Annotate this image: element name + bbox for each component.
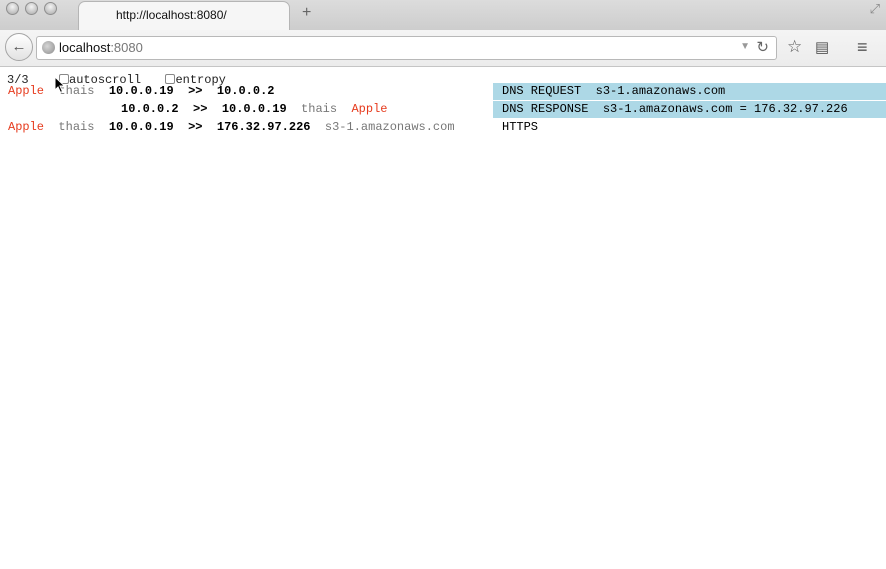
- globe-icon: [42, 41, 55, 54]
- zoom-window-icon[interactable]: [44, 2, 57, 15]
- direction-arrow: >>: [188, 120, 203, 134]
- src-app: Apple: [8, 84, 45, 98]
- dst-ip: 10.0.0.19: [221, 102, 287, 116]
- mouse-cursor-icon: [54, 76, 66, 94]
- direction-arrow: >>: [188, 84, 203, 98]
- tab-bar: http://localhost:8080/ + ⤢: [0, 0, 886, 30]
- reload-icon[interactable]: ↻: [756, 38, 769, 56]
- packet-info: DNS RESPONSE s3-1.amazonaws.com = 176.32…: [493, 101, 886, 118]
- page-content: 3/3 autoscroll entropy Apple thais 10.0.…: [0, 68, 886, 569]
- fullscreen-icon[interactable]: ⤢: [870, 1, 880, 17]
- close-window-icon[interactable]: [6, 2, 19, 15]
- back-arrow-icon: ←: [11, 38, 27, 55]
- packet-info: HTTPS: [502, 120, 539, 134]
- src-ip: 10.0.0.19: [108, 120, 174, 134]
- table-row: Apple thais 10.0.0.19 >> 176.32.97.226 s…: [8, 119, 455, 136]
- src-ip: 10.0.0.2: [121, 102, 179, 116]
- dst-user: thais: [301, 102, 338, 116]
- url-host: localhost: [59, 40, 111, 55]
- direction-arrow: >>: [193, 102, 208, 116]
- minimize-window-icon[interactable]: [25, 2, 38, 15]
- menu-icon[interactable]: ≡: [857, 37, 868, 57]
- back-button[interactable]: ←: [5, 33, 33, 61]
- new-tab-button[interactable]: +: [302, 5, 311, 21]
- dst-app: Apple: [351, 102, 388, 116]
- url-dropdown-icon[interactable]: ▼: [740, 41, 750, 52]
- dst-ip: 10.0.0.2: [216, 84, 275, 98]
- packet-info: DNS REQUEST s3-1.amazonaws.com: [493, 83, 886, 100]
- dst-ip: 176.32.97.226: [216, 120, 311, 134]
- browser-toolbar: ← localhost:8080 ▼ ↻ ☆ ▤ ≡: [0, 30, 886, 67]
- tab-localhost[interactable]: http://localhost:8080/: [78, 1, 290, 30]
- url-text: localhost:8080: [59, 40, 143, 55]
- table-row: 10.0.0.2 >> 10.0.0.19 thais Apple: [121, 101, 387, 118]
- reader-icon[interactable]: ▤: [815, 38, 829, 58]
- src-ip: 10.0.0.19: [108, 84, 174, 98]
- table-row: Apple thais 10.0.0.19 >> 10.0.0.2: [8, 83, 274, 100]
- tab-title: http://localhost:8080/: [116, 8, 227, 22]
- address-bar[interactable]: localhost:8080 ▼ ↻: [36, 36, 777, 60]
- src-user: thais: [58, 120, 95, 134]
- dst-host: s3-1.amazonaws.com: [324, 120, 455, 134]
- src-app: Apple: [8, 120, 45, 134]
- url-port: :8080: [110, 40, 143, 55]
- bookmark-star-icon[interactable]: ☆: [787, 37, 802, 57]
